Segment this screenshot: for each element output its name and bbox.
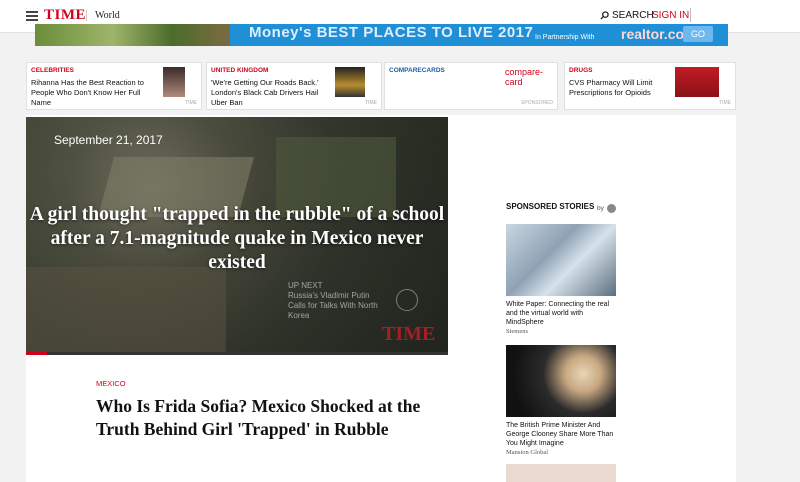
sponsored-source: Siemens	[506, 328, 529, 335]
card-source: TIME	[719, 100, 731, 106]
banner-headline: Money's BEST PLACES TO LIVE 2017	[249, 24, 534, 41]
trending-card[interactable]: COMPARECARDS compare-card SPONSORED	[384, 62, 558, 110]
article-title: Who Is Frida Sofia? Mexico Shocked at th…	[96, 396, 421, 439]
up-next-text: Russia's Vladimir Putin Calls for Talks …	[288, 291, 378, 320]
sponsored-text[interactable]: White Paper: Connecting the real and the…	[506, 300, 616, 327]
card-headline[interactable]: 'We're Getting Our Roads Back.' London's…	[211, 78, 336, 108]
article-category[interactable]: MEXICO	[96, 379, 126, 388]
sponsored-story[interactable]: White Paper: Connecting the real and the…	[506, 224, 616, 335]
video-date: September 21, 2017	[54, 133, 163, 147]
trending-card[interactable]: DRUGS CVS Pharmacy Will Limit Prescripti…	[564, 62, 736, 110]
card-category: CELEBRITIES	[31, 67, 74, 74]
sponsored-image[interactable]	[506, 345, 616, 417]
video-frame-detail	[26, 267, 226, 355]
outbrain-logo-icon	[606, 204, 616, 213]
video-player[interactable]: September 21, 2017 A girl thought "trapp…	[26, 117, 448, 355]
search-label: SEARCH	[612, 10, 654, 21]
card-thumbnail[interactable]	[675, 67, 719, 97]
search-button[interactable]: SEARCH	[600, 10, 654, 21]
sponsored-heading: SPONSORED STORIES	[506, 202, 595, 211]
sponsored-by[interactable]: by	[597, 204, 616, 213]
banner-go-button[interactable]: GO	[683, 26, 713, 42]
card-category: DRUGS	[569, 67, 593, 74]
search-icon	[600, 11, 609, 20]
video-caption: A girl thought "trapped in the rubble" o…	[29, 204, 445, 273]
play-icon[interactable]	[396, 289, 418, 311]
up-next[interactable]: UP NEXT Russia's Vladimir Putin Calls fo…	[288, 281, 378, 321]
up-next-label: UP NEXT	[288, 281, 323, 290]
menu-icon[interactable]	[26, 11, 38, 21]
trending-card[interactable]: CELEBRITIES Rihanna Has the Best Reactio…	[26, 62, 202, 110]
card-source: TIME	[185, 100, 197, 106]
card-thumbnail[interactable]	[163, 67, 185, 97]
sponsored-story[interactable]: The British Prime Minister And George Cl…	[506, 345, 616, 456]
progress-fill	[26, 352, 48, 355]
card-thumbnail[interactable]	[335, 67, 365, 97]
sponsored-text[interactable]: The British Prime Minister And George Cl…	[506, 421, 616, 448]
advertisement-banner[interactable]: Money's BEST PLACES TO LIVE 2017 In Part…	[35, 24, 728, 46]
card-category: UNITED KINGDOM	[211, 67, 269, 74]
time-watermark: TIME	[382, 323, 436, 345]
card-source: SPONSORED	[521, 100, 553, 106]
comparecards-logo[interactable]: compare-card	[505, 67, 557, 87]
sponsored-source: Mansion Global	[506, 449, 549, 456]
time-logo[interactable]: TIME	[44, 7, 86, 24]
sponsored-story[interactable]	[506, 464, 616, 482]
card-source: TIME	[365, 100, 377, 106]
card-headline[interactable]: Rihanna Has the Best Reaction to People …	[31, 78, 156, 108]
main-content: September 21, 2017 A girl thought "trapp…	[26, 115, 736, 482]
sponsored-image[interactable]	[506, 464, 616, 482]
sponsored-image[interactable]	[506, 224, 616, 296]
sponsored-by-label: by	[597, 205, 604, 212]
sign-in-link[interactable]: SIGN IN	[652, 10, 689, 21]
trending-card[interactable]: UNITED KINGDOM 'We're Getting Our Roads …	[206, 62, 382, 110]
divider	[690, 8, 691, 22]
video-progress-bar[interactable]	[26, 352, 448, 355]
banner-photo	[35, 24, 230, 46]
section-label[interactable]: World	[86, 10, 120, 21]
banner-partner-text: In Partnership With	[535, 34, 595, 41]
trending-cards: CELEBRITIES Rihanna Has the Best Reactio…	[26, 62, 736, 110]
card-category: COMPARECARDS	[389, 67, 445, 74]
